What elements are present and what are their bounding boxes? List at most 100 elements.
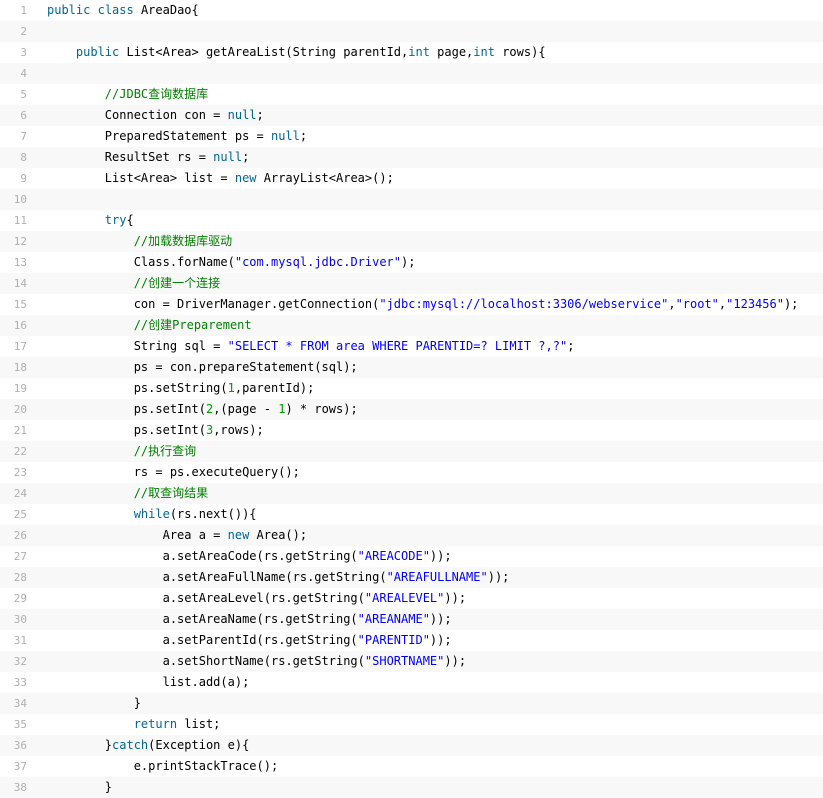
comment-token: //取查询结果 bbox=[133, 486, 209, 500]
code-line: 1 public class AreaDao{ bbox=[0, 0, 823, 21]
code-line: 26 Area a = new Area(); bbox=[0, 525, 823, 546]
code-token: ps.setInt( bbox=[47, 402, 206, 416]
line-number: 35 bbox=[13, 718, 27, 731]
code-token: ps = con.prepareStatement(sql); bbox=[47, 360, 358, 374]
line-source: String sql = "SELECT * FROM area WHERE P… bbox=[47, 336, 575, 357]
code-token: )); bbox=[444, 591, 467, 605]
code-token: List<Area> list = bbox=[47, 171, 235, 185]
code-line: 9 List<Area> list = new ArrayList<Area>(… bbox=[0, 168, 823, 189]
code-line: 21 ps.setInt(3,rows); bbox=[0, 420, 823, 441]
code-token: , bbox=[668, 297, 676, 311]
code-token: } bbox=[47, 738, 113, 752]
code-token: )); bbox=[429, 549, 452, 563]
line-number: 14 bbox=[13, 277, 27, 290]
line-source: } bbox=[47, 777, 112, 798]
code-line: 31 a.setParentId(rs.getString("PARENTID"… bbox=[0, 630, 823, 651]
line-number: 10 bbox=[13, 193, 27, 206]
line-number: 27 bbox=[13, 550, 27, 563]
line-source: List<Area> list = new ArrayList<Area>(); bbox=[47, 168, 394, 189]
code-line: 15 con = DriverManager.getConnection("jd… bbox=[0, 294, 823, 315]
line-number: 25 bbox=[13, 508, 27, 521]
code-line: 17 String sql = "SELECT * FROM area WHER… bbox=[0, 336, 823, 357]
code-line: 34 } bbox=[0, 693, 823, 714]
line-source: list.add(a); bbox=[47, 672, 250, 693]
code-line: 24 //取查询结果 bbox=[0, 483, 823, 504]
line-source: //执行查询 bbox=[47, 441, 196, 462]
line-number: 12 bbox=[13, 235, 27, 248]
line-source: e.printStackTrace(); bbox=[47, 756, 279, 777]
code-line: 36 }catch(Exception e){ bbox=[0, 735, 823, 756]
line-source: a.setAreaFullName(rs.getString("AREAFULL… bbox=[47, 567, 510, 588]
line-source: //JDBC查询数据库 bbox=[47, 84, 208, 105]
line-number: 7 bbox=[20, 130, 27, 143]
code-token: Class.forName( bbox=[47, 255, 235, 269]
number-token: 1 bbox=[227, 381, 235, 395]
code-line: 37 e.printStackTrace(); bbox=[0, 756, 823, 777]
line-source: //创建一个连接 bbox=[47, 273, 220, 294]
line-source: ps.setInt(3,rows); bbox=[47, 420, 264, 441]
code-token: ,rows); bbox=[213, 423, 264, 437]
line-source: a.setAreaName(rs.getString("AREANAME")); bbox=[47, 609, 452, 630]
code-token: ArrayList<Area>(); bbox=[256, 171, 394, 185]
line-number: 26 bbox=[13, 529, 27, 542]
code-token: rs = ps.executeQuery(); bbox=[47, 465, 300, 479]
line-source: ps.setInt(2,(page - 1) * rows); bbox=[47, 399, 358, 420]
string-token: "com.mysql.jdbc.Driver" bbox=[234, 255, 402, 269]
line-source: Connection con = null; bbox=[47, 105, 264, 126]
code-token: ResultSet rs = bbox=[47, 150, 214, 164]
line-source: a.setAreaCode(rs.getString("AREACODE")); bbox=[47, 546, 452, 567]
code-token: } bbox=[47, 696, 141, 710]
line-number: 3 bbox=[20, 46, 27, 59]
line-source: ps = con.prepareStatement(sql); bbox=[47, 357, 358, 378]
comment-token: //创建Preparement bbox=[133, 318, 252, 332]
line-source: while(rs.next()){ bbox=[47, 504, 257, 525]
line-number: 21 bbox=[13, 424, 27, 437]
code-line: 22 //执行查询 bbox=[0, 441, 823, 462]
line-source: con = DriverManager.getConnection("jdbc:… bbox=[47, 294, 799, 315]
line-number: 34 bbox=[13, 697, 27, 710]
code-token: con = DriverManager.getConnection( bbox=[47, 297, 380, 311]
line-number: 1 bbox=[20, 4, 27, 17]
line-source: try{ bbox=[47, 210, 134, 231]
code-line: 29 a.setAreaLevel(rs.getString("AREALEVE… bbox=[0, 588, 823, 609]
comment-token: //创建一个连接 bbox=[133, 276, 221, 290]
code-line: 28 a.setAreaFullName(rs.getString("AREAF… bbox=[0, 567, 823, 588]
code-token: a.setAreaCode(rs.getString( bbox=[47, 549, 358, 563]
keyword-token: int bbox=[473, 45, 495, 59]
comment-token: //执行查询 bbox=[133, 444, 197, 458]
line-number: 37 bbox=[13, 760, 27, 773]
line-number: 5 bbox=[20, 88, 27, 101]
line-number: 16 bbox=[13, 319, 27, 332]
code-token: ) * rows); bbox=[285, 402, 358, 416]
keyword-token: new bbox=[227, 528, 250, 542]
code-token: ,(page - bbox=[213, 402, 279, 416]
code-token: a.setShortName(rs.getString( bbox=[47, 654, 365, 668]
line-source: return list; bbox=[47, 714, 221, 735]
code-token: e.printStackTrace(); bbox=[47, 759, 279, 773]
line-number: 18 bbox=[13, 361, 27, 374]
line-number: 28 bbox=[13, 571, 27, 584]
code-line: 4 bbox=[0, 63, 823, 84]
code-line: 27 a.setAreaCode(rs.getString("AREACODE"… bbox=[0, 546, 823, 567]
code-token: a.setAreaName(rs.getString( bbox=[47, 612, 358, 626]
line-number: 38 bbox=[13, 781, 27, 794]
code-line: 32 a.setShortName(rs.getString("SHORTNAM… bbox=[0, 651, 823, 672]
keyword-token: catch bbox=[112, 738, 149, 752]
code-token: ps.setInt( bbox=[47, 423, 206, 437]
line-number: 17 bbox=[13, 340, 27, 353]
code-token: a.setAreaFullName(rs.getString( bbox=[47, 570, 387, 584]
code-token: ; bbox=[299, 129, 308, 143]
code-line: 18 ps = con.prepareStatement(sql); bbox=[0, 357, 823, 378]
line-number: 36 bbox=[13, 739, 27, 752]
code-line: 14 //创建一个连接 bbox=[0, 273, 823, 294]
code-token: ); bbox=[783, 297, 799, 311]
code-line: 25 while(rs.next()){ bbox=[0, 504, 823, 525]
keyword-token: null bbox=[227, 108, 257, 122]
code-token: Area a = bbox=[47, 528, 228, 542]
line-number: 22 bbox=[13, 445, 27, 458]
line-source: rs = ps.executeQuery(); bbox=[47, 462, 300, 483]
